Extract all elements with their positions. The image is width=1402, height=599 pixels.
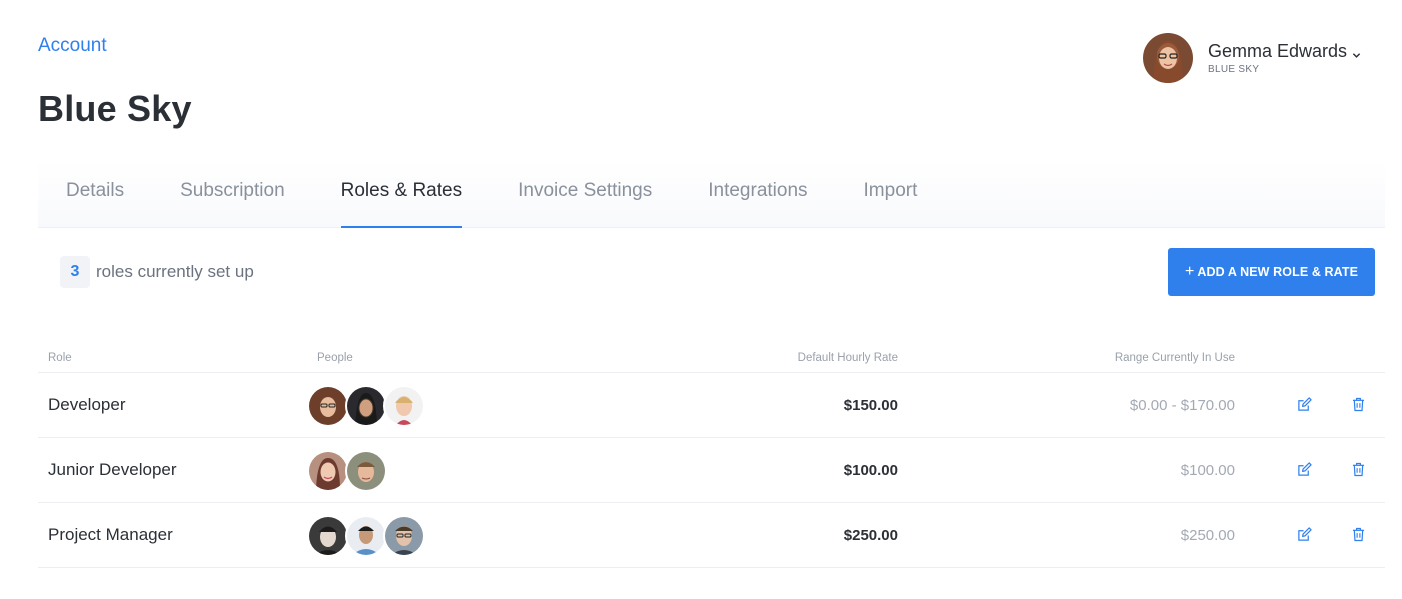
roles-summary-label: roles currently set up [96, 262, 254, 281]
people-avatars [307, 515, 425, 557]
table-row: Junior Developer $100.00 $100.00 [38, 438, 1385, 503]
person-avatar[interactable] [345, 515, 387, 557]
default-hourly-rate: $250.00 [843, 527, 898, 544]
tab-invoice-settings[interactable]: Invoice Settings [518, 160, 652, 228]
breadcrumb[interactable]: Account [38, 35, 107, 57]
roles-count-badge: 3 [60, 256, 90, 288]
table-header: Role People Default Hourly Rate Range Cu… [38, 346, 1385, 373]
tab-integrations[interactable]: Integrations [708, 160, 807, 228]
page-title: Blue Sky [38, 88, 192, 129]
add-role-rate-button[interactable]: + ADD A NEW ROLE & RATE [1168, 248, 1375, 296]
person-avatar[interactable] [383, 515, 425, 557]
tab-import[interactable]: Import [864, 160, 918, 228]
user-name: Gemma Edwards [1208, 41, 1348, 61]
user-avatar [1143, 33, 1193, 83]
role-name: Junior Developer [48, 460, 177, 479]
user-menu[interactable]: Gemma Edwards BLUE SKY [1143, 33, 1361, 83]
role-name: Developer [48, 395, 126, 414]
edit-icon[interactable] [1295, 460, 1313, 478]
default-hourly-rate: $150.00 [843, 397, 898, 414]
range-in-use: $250.00 [1180, 527, 1235, 544]
add-role-rate-label: ADD A NEW ROLE & RATE [1197, 265, 1359, 279]
people-avatars [307, 450, 387, 492]
roles-summary: 3 roles currently set up [60, 256, 254, 288]
person-avatar[interactable] [345, 385, 387, 427]
edit-icon[interactable] [1295, 525, 1313, 543]
column-header-rate[interactable]: Default Hourly Rate [798, 352, 898, 364]
column-header-role[interactable]: Role [48, 352, 72, 364]
trash-icon[interactable] [1349, 395, 1367, 413]
role-name: Project Manager [48, 525, 173, 544]
person-avatar[interactable] [307, 515, 349, 557]
tab-roles-rates[interactable]: Roles & Rates [340, 160, 463, 228]
table-row: Developer $150.00 $0.00 - $170.00 [38, 373, 1385, 438]
plus-icon: + [1184, 263, 1195, 280]
tab-details[interactable]: Details [66, 160, 124, 228]
person-avatar[interactable] [383, 385, 425, 427]
table-row: Project Manager $250.00 $250.00 [38, 503, 1385, 568]
account-tabs: Details Subscription Roles & Rates Invoi… [38, 160, 1385, 228]
chevron-down-icon[interactable] [1352, 47, 1361, 58]
default-hourly-rate: $100.00 [843, 462, 898, 479]
tab-subscription[interactable]: Subscription [180, 160, 285, 228]
person-avatar[interactable] [307, 385, 349, 427]
roles-table: Role People Default Hourly Rate Range Cu… [38, 346, 1385, 568]
range-in-use: $100.00 [1180, 462, 1235, 479]
people-avatars [307, 385, 425, 427]
trash-icon[interactable] [1349, 460, 1367, 478]
edit-icon[interactable] [1295, 395, 1313, 413]
column-header-range[interactable]: Range Currently In Use [1115, 352, 1235, 364]
range-in-use: $0.00 - $170.00 [1129, 397, 1235, 414]
person-avatar[interactable] [345, 450, 387, 492]
column-header-people[interactable]: People [317, 352, 353, 364]
user-org: BLUE SKY [1208, 64, 1260, 75]
person-avatar[interactable] [307, 450, 349, 492]
trash-icon[interactable] [1349, 525, 1367, 543]
